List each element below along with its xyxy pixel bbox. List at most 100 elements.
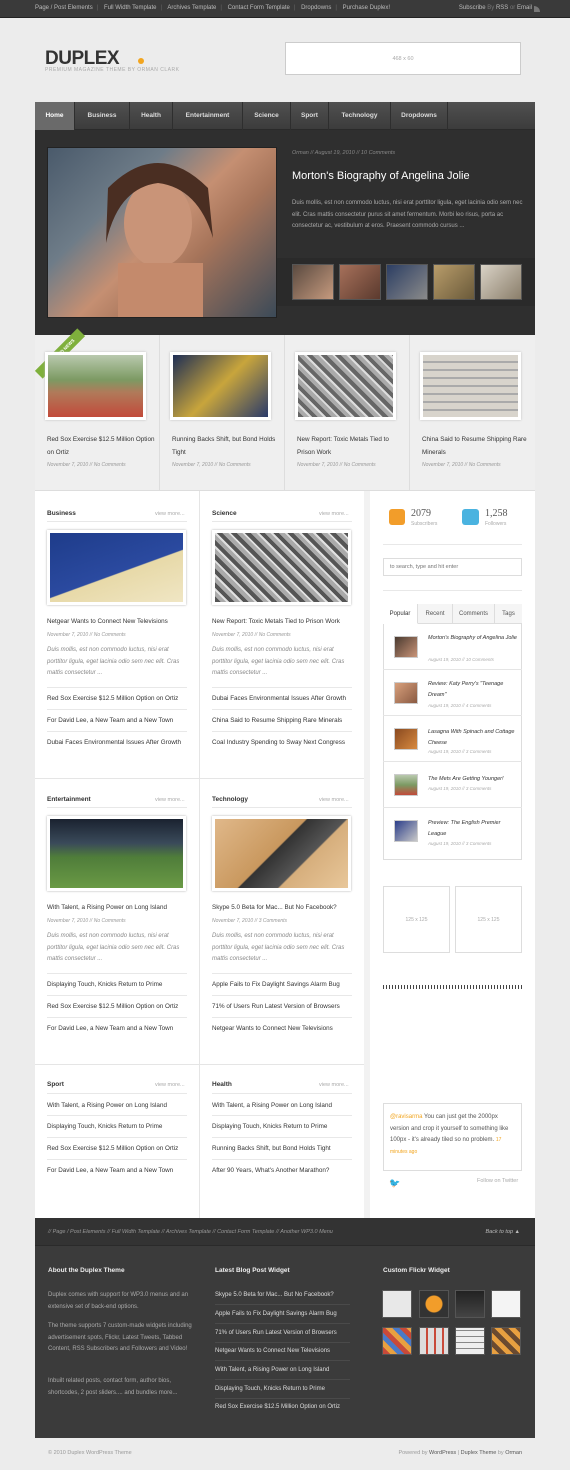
twitter-icon[interactable] — [462, 509, 479, 525]
search-input[interactable] — [383, 558, 522, 576]
sport-link[interactable]: For David Lee, a New Team and a New Town — [47, 1167, 173, 1174]
science-link[interactable]: Dubai Faces Environmental Issues After G… — [212, 695, 346, 702]
flickr-thumb[interactable] — [382, 1327, 412, 1355]
feature-comments[interactable]: 10 Comments — [361, 150, 395, 156]
featured-image[interactable] — [295, 352, 396, 420]
nav-dropdowns[interactable]: Dropdowns — [391, 102, 448, 130]
nav-business[interactable]: Business — [75, 102, 130, 130]
nav-technology[interactable]: Technology — [329, 102, 391, 130]
business-title[interactable]: Netgear Wants to Connect New Televisions — [47, 618, 168, 625]
popular-thumb[interactable] — [394, 728, 418, 750]
entertainment-title[interactable]: With Talent, a Rising Power on Long Isla… — [47, 904, 167, 911]
technology-link[interactable]: Netgear Wants to Connect New Televisions — [212, 1025, 333, 1032]
featured-title[interactable]: New Report: Toxic Metals Tied to Prison … — [297, 433, 407, 459]
tab-popular[interactable]: Popular — [383, 604, 418, 624]
feature-title[interactable]: Morton's Biography of Angelina Jolie — [292, 170, 470, 182]
technology-title[interactable]: Skype 5.0 Beta for Mac... But No Faceboo… — [212, 904, 337, 911]
top-link[interactable]: Full Width Template — [104, 5, 157, 11]
business-image[interactable] — [47, 530, 186, 605]
top-link[interactable]: Dropdowns — [301, 5, 331, 11]
popular-title[interactable]: The Mets Are Getting Younger! — [428, 774, 518, 785]
featured-title[interactable]: Running Backs Shift, but Bond Holds Tigh… — [172, 433, 282, 459]
comments[interactable]: 4 Comments — [466, 703, 492, 708]
theme-link[interactable]: Duplex Theme — [461, 1450, 497, 1456]
sport-link[interactable]: With Talent, a Rising Power on Long Isla… — [47, 1102, 167, 1109]
entertainment-image[interactable] — [47, 816, 186, 891]
top-link[interactable]: Contact Form Template — [228, 5, 290, 11]
comments[interactable]: No Comments — [94, 918, 126, 924]
business-link[interactable]: For David Lee, a New Team and a New Town — [47, 717, 173, 724]
science-link[interactable]: Coal Industry Spending to Sway Next Cong… — [212, 739, 345, 746]
footer-link[interactable]: Archives Template — [166, 1229, 211, 1235]
popular-thumb[interactable] — [394, 682, 418, 704]
flickr-thumb[interactable] — [491, 1327, 521, 1355]
featured-title[interactable]: China Said to Resume Shipping Rare Miner… — [422, 433, 532, 459]
section-technology-head[interactable]: Technology — [212, 796, 248, 803]
back-to-top[interactable]: Back to top ▲ — [485, 1229, 520, 1235]
comments[interactable]: 3 Comments — [466, 749, 492, 754]
featured-image[interactable] — [45, 352, 146, 420]
nav-entertainment[interactable]: Entertainment — [173, 102, 243, 130]
feature-image[interactable] — [47, 147, 277, 318]
footer-link[interactable]: Another WP3.0 Menu — [280, 1229, 333, 1235]
footer-latest-link[interactable]: 71% of Users Run Latest Version of Brows… — [215, 1330, 337, 1336]
entertainment-link[interactable]: Displaying Touch, Knicks Return to Prime — [47, 981, 162, 988]
flickr-thumb[interactable] — [455, 1327, 485, 1355]
business-link[interactable]: Red Sox Exercise $12.5 Million Option on… — [47, 695, 178, 702]
footer-latest-link[interactable]: Skype 5.0 Beta for Mac... But No Faceboo… — [215, 1292, 334, 1298]
author-link[interactable]: Orman — [505, 1450, 522, 1456]
section-science-head[interactable]: Science — [212, 510, 237, 517]
header-ad[interactable]: 468 x 60 — [285, 42, 521, 75]
top-link[interactable]: Page / Post Elements — [35, 5, 93, 11]
science-link[interactable]: China Said to Resume Shipping Rare Miner… — [212, 717, 342, 724]
featured-title[interactable]: Red Sox Exercise $12.5 Million Option on… — [47, 433, 157, 459]
health-link[interactable]: With Talent, a Rising Power on Long Isla… — [212, 1102, 332, 1109]
footer-latest-link[interactable]: With Talent, a Rising Power on Long Isla… — [215, 1367, 329, 1373]
featured-image[interactable] — [170, 352, 271, 420]
footer-latest-link[interactable]: Apple Fails to Fix Daylight Savings Alar… — [215, 1311, 337, 1317]
footer-link[interactable]: Contact Form Template — [217, 1229, 274, 1235]
flickr-thumb[interactable] — [455, 1290, 485, 1318]
nav-home[interactable]: Home — [35, 102, 75, 130]
comments[interactable]: 10 Comments — [466, 657, 494, 662]
slider-thumb[interactable] — [339, 264, 381, 300]
footer-link[interactable]: Page / Post Elements — [53, 1229, 106, 1235]
comments[interactable]: No Comments — [94, 462, 126, 468]
tweet-handle[interactable]: @ravisarma — [390, 1114, 422, 1120]
popular-title[interactable]: Preview: The English Premier League — [428, 818, 518, 839]
comments[interactable]: No Comments — [94, 632, 126, 638]
view-more-link[interactable]: view more... — [155, 511, 185, 517]
comments[interactable]: No Comments — [219, 462, 251, 468]
flickr-thumb[interactable] — [419, 1327, 449, 1355]
popular-thumb[interactable] — [394, 820, 418, 842]
view-more-link[interactable]: view more... — [319, 511, 349, 517]
sidebar-ad[interactable]: 125 x 125 — [455, 886, 522, 953]
footer-latest-link[interactable]: Netgear Wants to Connect New Televisions — [215, 1348, 330, 1354]
comments[interactable]: No Comments — [259, 632, 291, 638]
flickr-thumb[interactable] — [382, 1290, 412, 1318]
popular-title[interactable]: Morton's Biography of Angelina Jolie — [428, 633, 518, 644]
top-link[interactable]: Purchase Duplex! — [343, 5, 390, 11]
health-link[interactable]: Displaying Touch, Knicks Return to Prime — [212, 1123, 327, 1130]
entertainment-link[interactable]: For David Lee, a New Team and a New Town — [47, 1025, 173, 1032]
tab-tags[interactable]: Tags — [495, 604, 522, 624]
view-more-link[interactable]: view more... — [155, 1082, 185, 1088]
featured-image[interactable] — [420, 352, 521, 420]
sport-link[interactable]: Displaying Touch, Knicks Return to Prime — [47, 1123, 162, 1130]
comments[interactable]: No Comments — [344, 462, 376, 468]
technology-link[interactable]: 71% of Users Run Latest Version of Brows… — [212, 1003, 340, 1010]
sidebar-ad[interactable]: 125 x 125 — [383, 886, 450, 953]
slider-thumb[interactable] — [433, 264, 475, 300]
footer-latest-link[interactable]: Red Sox Exercise $12.5 Million Option on… — [215, 1404, 340, 1410]
section-entertainment-head[interactable]: Entertainment — [47, 796, 91, 803]
comments[interactable]: 3 Comments — [466, 786, 492, 791]
health-link[interactable]: Running Backs Shift, but Bond Holds Tigh… — [212, 1145, 331, 1152]
rss-link[interactable]: RSS — [496, 5, 508, 11]
technology-link[interactable]: Apple Fails to Fix Daylight Savings Alar… — [212, 981, 340, 988]
view-more-link[interactable]: view more... — [155, 797, 185, 803]
nav-sport[interactable]: Sport — [291, 102, 329, 130]
popular-title[interactable]: Review: Katy Perry's "Teenage Dream" — [428, 679, 518, 700]
tab-recent[interactable]: Recent — [418, 604, 453, 624]
science-title[interactable]: New Report: Toxic Metals Tied to Prison … — [212, 618, 340, 625]
section-sport-head[interactable]: Sport — [47, 1081, 64, 1088]
